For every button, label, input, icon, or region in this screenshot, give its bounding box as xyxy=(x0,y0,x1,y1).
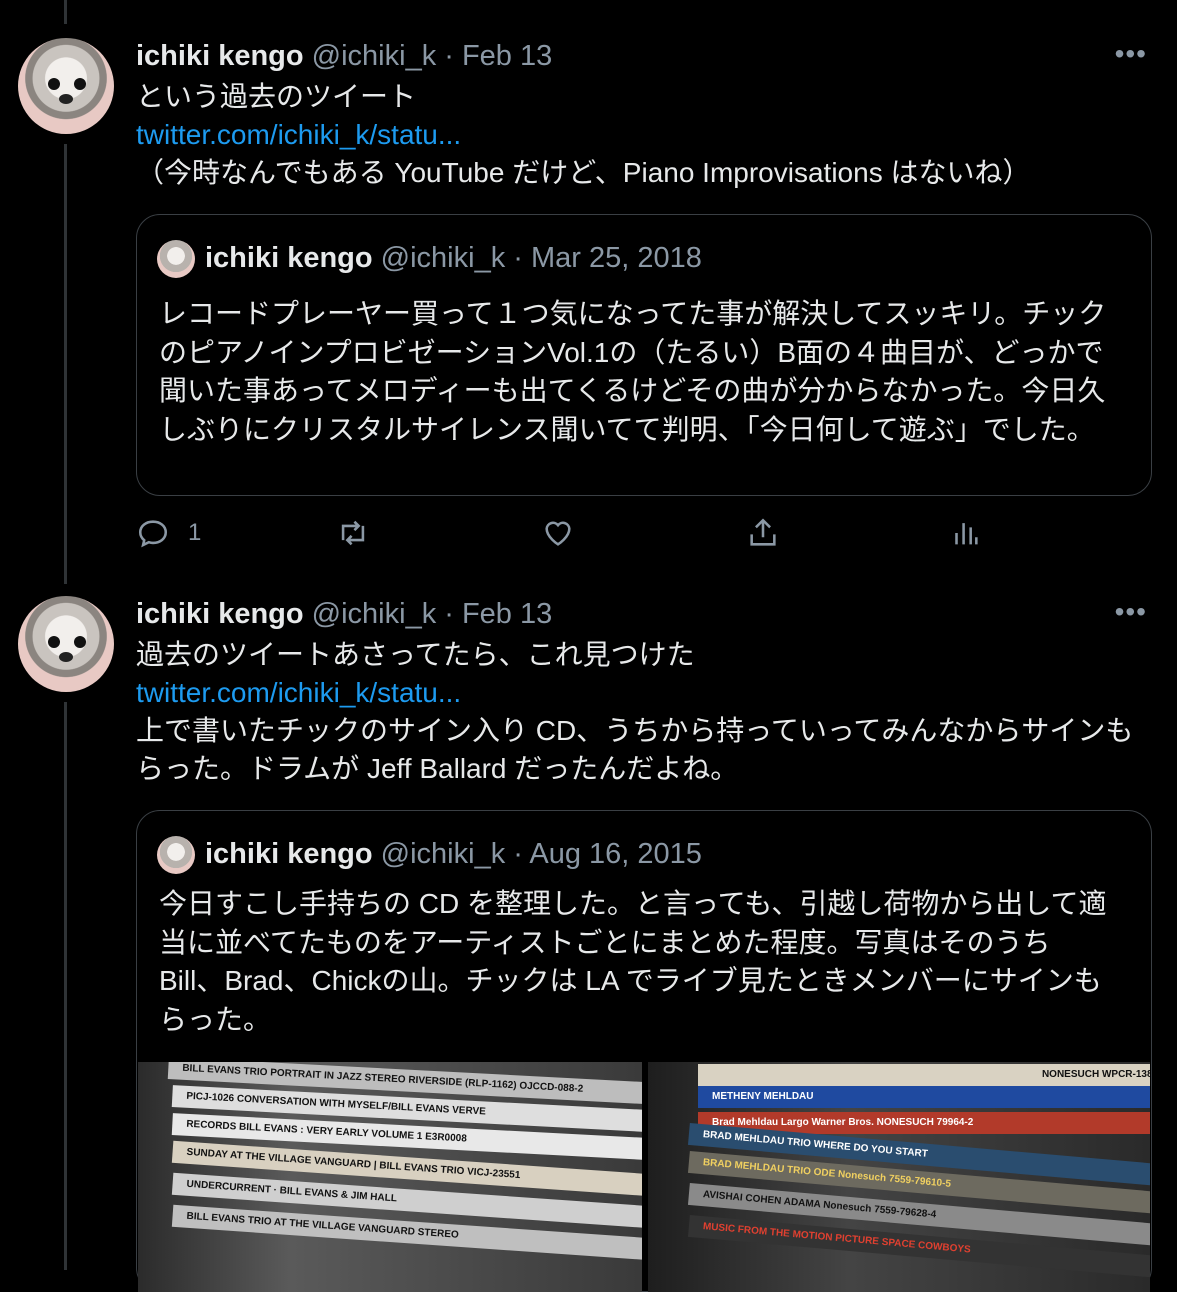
retweet-button[interactable] xyxy=(336,516,370,550)
quote-header: ichiki kengo @ichiki_k · Mar 25, 2018 xyxy=(157,237,702,279)
thread-line-top xyxy=(64,0,67,24)
quote-text: レコードプレーヤー買って１つ気になってた事が解決してスッキリ。チックのピアノイン… xyxy=(159,298,1107,445)
quote-text: 今日すこし手持ちの CD を整理した。と言っても、引越し荷物から出して適当に並べ… xyxy=(159,888,1107,1035)
reply-icon xyxy=(138,520,168,548)
display-name[interactable]: ichiki kengo xyxy=(136,598,304,630)
share-icon xyxy=(750,518,776,546)
avatar[interactable] xyxy=(18,596,114,692)
thread-line-2 xyxy=(64,702,67,1270)
tweet-text-line: （今時なんでもある YouTube だけど、Piano Improvisatio… xyxy=(136,157,1031,188)
cd-spine: NONESUCH WPCR-13808/9 xyxy=(698,1064,1150,1086)
quoted-tweet[interactable]: ichiki kengo @ichiki_k · Mar 25, 2018 レコ… xyxy=(136,214,1152,496)
tweet-text-line: 過去のツイートあさってたら、これ見つけた xyxy=(136,639,695,670)
quote-avatar xyxy=(157,836,195,875)
quote-display-name: ichiki kengo xyxy=(205,242,373,274)
handle-and-date[interactable]: @ichiki_k · Feb 13 xyxy=(312,40,553,72)
heart-icon xyxy=(545,521,571,546)
more-options-icon[interactable]: ••• xyxy=(1115,38,1147,70)
tweet-1[interactable]: ichiki kengo @ichiki_k · Feb 13 ••• という過… xyxy=(136,38,1153,192)
quote-handle-and-date: @ichiki_k · Mar 25, 2018 xyxy=(380,242,702,274)
tweet-header: ichiki kengo @ichiki_k · Feb 13 xyxy=(136,596,1153,632)
share-button[interactable] xyxy=(746,516,780,550)
reply-button[interactable]: 1 xyxy=(136,516,201,550)
avatar[interactable] xyxy=(18,38,114,134)
handle-and-date[interactable]: @ichiki_k · Feb 13 xyxy=(312,598,553,630)
quote-handle-and-date: @ichiki_k · Aug 16, 2015 xyxy=(380,838,702,870)
tweet-link[interactable]: twitter.com/ichiki_k/statu... xyxy=(136,674,1153,712)
analytics-icon xyxy=(955,523,978,545)
tweet-text-line: という過去のツイート xyxy=(136,81,417,112)
photo-brad-mehldau-cds[interactable]: NONESUCH WPCR-13808/9 METHENY MEHLDAU Br… xyxy=(648,1062,1150,1292)
tweet-2[interactable]: ichiki kengo @ichiki_k · Feb 13 ••• 過去のツ… xyxy=(136,596,1153,788)
analytics-button[interactable] xyxy=(948,516,982,550)
more-options-icon[interactable]: ••• xyxy=(1115,596,1147,628)
tweet-text-line: 上で書いたチックのサイン入り CD、うちから持っていってみんなからサインもらった… xyxy=(136,715,1134,784)
quote-avatar xyxy=(157,240,195,279)
cd-spine: METHENY MEHLDAU xyxy=(698,1086,1150,1108)
display-name[interactable]: ichiki kengo xyxy=(136,40,304,72)
retweet-icon xyxy=(341,520,365,546)
tweet-link[interactable]: twitter.com/ichiki_k/statu... xyxy=(136,116,1153,154)
quote-header: ichiki kengo @ichiki_k · Aug 16, 2015 xyxy=(157,833,702,875)
quote-display-name: ichiki kengo xyxy=(205,838,373,870)
thread-line-1 xyxy=(64,144,67,584)
like-button[interactable] xyxy=(541,516,575,550)
tweet-header: ichiki kengo @ichiki_k · Feb 13 xyxy=(136,38,1153,74)
reply-count: 1 xyxy=(188,519,202,546)
tweet-actions: 1 xyxy=(136,516,1036,562)
photo-bill-evans-cds[interactable]: BILL EVANS TRIO PORTRAIT IN JAZZ STEREO … xyxy=(138,1062,642,1292)
